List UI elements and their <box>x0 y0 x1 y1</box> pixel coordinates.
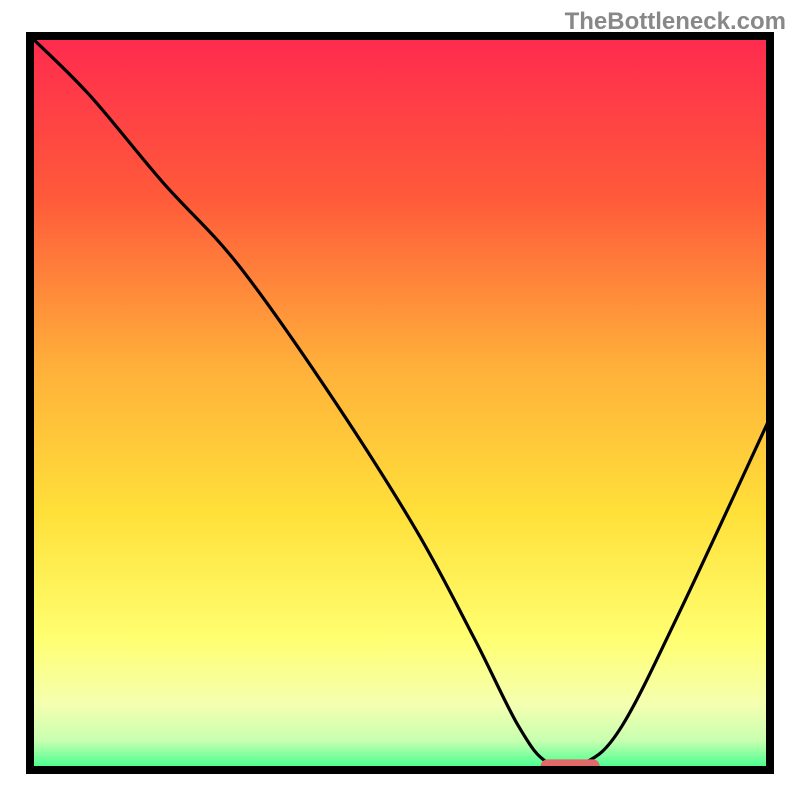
chart-svg <box>0 0 800 800</box>
bottleneck-chart: TheBottleneck.com <box>0 0 800 800</box>
watermark-text: TheBottleneck.com <box>565 8 786 36</box>
gradient-background <box>30 36 770 770</box>
